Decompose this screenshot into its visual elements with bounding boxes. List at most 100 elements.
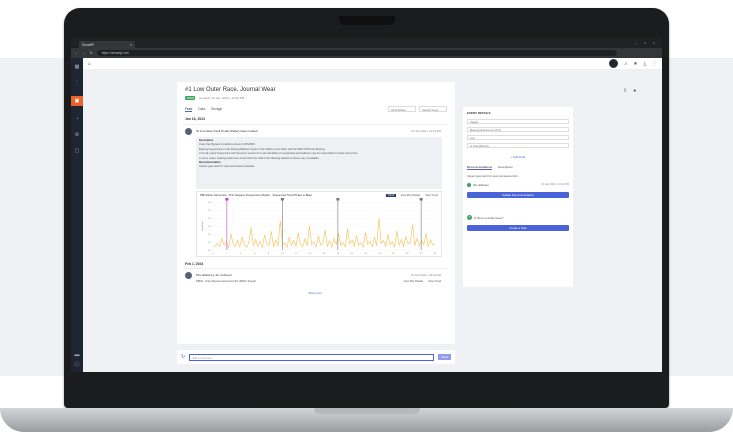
events-icon[interactable]: ▣ xyxy=(71,96,83,106)
tab-description[interactable]: Description xyxy=(498,165,513,170)
recommendation-preview: Inspect gear teeth for wear and assess l… xyxy=(467,175,520,178)
window-controls[interactable]: – □ × xyxy=(635,41,662,45)
y-tick-label: 0.5 xyxy=(208,218,212,220)
activity-filter-select[interactable]: All Activities xyxy=(388,106,416,112)
app-sidebar: ▦ ⋮ ▣ ◔ ⚙ ▢ xyxy=(71,58,83,372)
event-marker-flag xyxy=(419,198,423,201)
x-tick-label: 4 xyxy=(240,253,242,255)
file-icon[interactable]: ▢ xyxy=(74,148,80,154)
tree-icon[interactable]: ⋮ xyxy=(74,80,80,86)
description-box: Description Outer Fan Bypass Conditions … xyxy=(196,137,442,189)
gear-icon[interactable]: ⚙ xyxy=(74,132,80,138)
gauge-icon[interactable]: ◔ xyxy=(74,116,80,122)
user-avatar[interactable] xyxy=(609,59,619,68)
laptop-screen: SmartPI × – □ × ← → ↻ https://smartpi.net… xyxy=(71,38,662,372)
feed-date-2: Feb 1, 2024 xyxy=(185,262,204,266)
similar-issue-prompt: ? Is there a similar issue? xyxy=(467,215,503,220)
show-more-link[interactable]: Show more xyxy=(183,292,447,295)
avatar xyxy=(185,128,192,135)
trend-chart[interactable]: 0.90.70.50.30.20.10.0Amplitude0 2 4 6 8 10 12 1… xyxy=(197,192,443,258)
comment-input[interactable]: Add a comment xyxy=(189,353,435,361)
x-tick-label: 22 xyxy=(364,253,367,255)
tab-storage[interactable]: Storage xyxy=(211,107,222,112)
send-button[interactable]: Send xyxy=(438,354,451,360)
view-plot-link[interactable]: View Plot Details xyxy=(404,280,423,283)
x-tick-label: 30 xyxy=(420,253,423,255)
update-recommendation-button[interactable]: Update Recommendation xyxy=(467,192,569,198)
feed-item-time: 01 Feb 2024 • 09:16 AM xyxy=(410,273,441,277)
header-actions: ⇪ ● xyxy=(623,88,636,94)
y-tick-label: 0.3 xyxy=(208,226,212,228)
tab-feed[interactable]: Feed xyxy=(185,107,193,112)
back-icon[interactable]: ← xyxy=(75,51,78,55)
feed-item-links: View Plot Details View Trend xyxy=(404,280,441,283)
trend-chart-card: PBN Motor Harmonics - 8.2x Sequent Frequ… xyxy=(196,191,442,257)
download-icon[interactable]: ⤓ xyxy=(644,61,646,67)
search-icon[interactable]: ⌕ xyxy=(624,61,627,67)
description-line: Outer Fan Bypass Conditions around 1.66V… xyxy=(199,143,255,147)
priority-field[interactable]: In Critical/Priority xyxy=(467,143,569,148)
more-icon[interactable]: ⋮ xyxy=(652,61,657,67)
add-field-link[interactable]: + Add Field xyxy=(463,155,573,159)
forward-icon[interactable]: → xyxy=(82,51,85,55)
laptop-groove xyxy=(314,408,420,414)
x-tick-label: 26 xyxy=(392,253,395,255)
x-tick-label: 24 xyxy=(378,253,381,255)
app-topbar: ⌂ ⌕ ★ ⤓ ⋮ xyxy=(83,58,662,70)
refresh-icon[interactable]: ↻ xyxy=(181,354,185,360)
recommendation-text: Inspect gear teeth for wear and assess l… xyxy=(199,165,255,169)
create-task-button[interactable]: Create a Task xyxy=(467,225,569,231)
browser-tab-title: SmartPI xyxy=(82,42,95,47)
comment-bar: ↻ Add a comment Send xyxy=(177,350,455,364)
x-tick-label: 2 xyxy=(226,253,228,255)
sidebar-bottom: ▬ ⓘ xyxy=(71,348,83,372)
x-tick-label: 28 xyxy=(406,253,409,255)
feed-search-input[interactable]: Search Feed xyxy=(419,106,447,112)
series-line xyxy=(212,217,436,250)
tag-field[interactable]: Tagged xyxy=(467,119,569,124)
topbar-actions: ⌕ ★ ⤓ ⋮ xyxy=(609,59,657,68)
y-axis-label: Amplitude xyxy=(201,220,204,231)
event-tabs: Feed Data Storage xyxy=(185,107,222,112)
help-icon[interactable]: ⓘ xyxy=(74,362,80,368)
tab-recommendations[interactable]: Recommendations xyxy=(467,165,493,170)
side-tabs: Recommendations Description xyxy=(467,165,513,170)
browser-tab[interactable]: SmartPI × xyxy=(79,41,135,48)
description-line: If not all output frequencies with harmo… xyxy=(199,152,359,156)
x-tick-label: 6 xyxy=(254,253,256,255)
rec-author: Jim Johnson xyxy=(467,183,489,187)
y-tick-label: 0.0 xyxy=(208,250,212,252)
feed-date-1: Jan 18, 2024 xyxy=(185,117,205,121)
home-icon[interactable]: ⌂ xyxy=(88,61,91,67)
event-marker-flag xyxy=(225,198,229,201)
status-badge: OPEN xyxy=(185,96,196,100)
avatar xyxy=(185,272,192,279)
tab-data[interactable]: Data xyxy=(198,107,205,112)
close-tab-icon[interactable]: × xyxy=(130,43,132,47)
content-area: #1 Low Outer Race, Journal Wear OPEN Cre… xyxy=(83,70,662,372)
fault-field[interactable]: Bearing harmonics at 1X-8x xyxy=(467,127,569,132)
address-bar[interactable]: https://smartpi.net xyxy=(96,50,617,56)
share-icon[interactable]: ⇪ xyxy=(623,88,627,94)
chat-icon[interactable]: ▬ xyxy=(74,352,80,358)
x-tick-label: 14 xyxy=(309,253,312,255)
browser-urlbar: ← → ↻ https://smartpi.net xyxy=(71,48,662,58)
feed-item-title: IN Line Rear Fault Pedal (Roller) bass c… xyxy=(196,129,258,133)
y-tick-label: 0.2 xyxy=(208,234,212,236)
event-title: #1 Low Outer Race, Journal Wear xyxy=(185,87,276,93)
y-tick-label: 0.9 xyxy=(208,202,212,204)
view-trend-link[interactable]: View Trend xyxy=(428,280,441,283)
grid-icon[interactable]: ▦ xyxy=(74,64,80,70)
rec-author-name: Jim Johnson xyxy=(473,183,489,187)
severity-field[interactable]: Low xyxy=(467,135,569,140)
description-line: In some cases, bearing faults have trans… xyxy=(199,156,320,160)
event-main-panel: #1 Low Outer Race, Journal Wear OPEN Cre… xyxy=(177,82,455,344)
similar-issue-text: Is there a similar issue? xyxy=(474,215,504,220)
x-tick-label: 12 xyxy=(295,253,298,255)
star-icon[interactable]: ★ xyxy=(633,61,637,67)
bell-icon[interactable]: ● xyxy=(633,88,636,94)
reload-icon[interactable]: ↻ xyxy=(90,51,93,55)
created-date: Created: 16 Jan, 2024 • 10:22 PM xyxy=(199,96,245,100)
details-heading: EVENT DETAILS xyxy=(467,111,491,115)
event-marker-flag xyxy=(336,198,340,201)
